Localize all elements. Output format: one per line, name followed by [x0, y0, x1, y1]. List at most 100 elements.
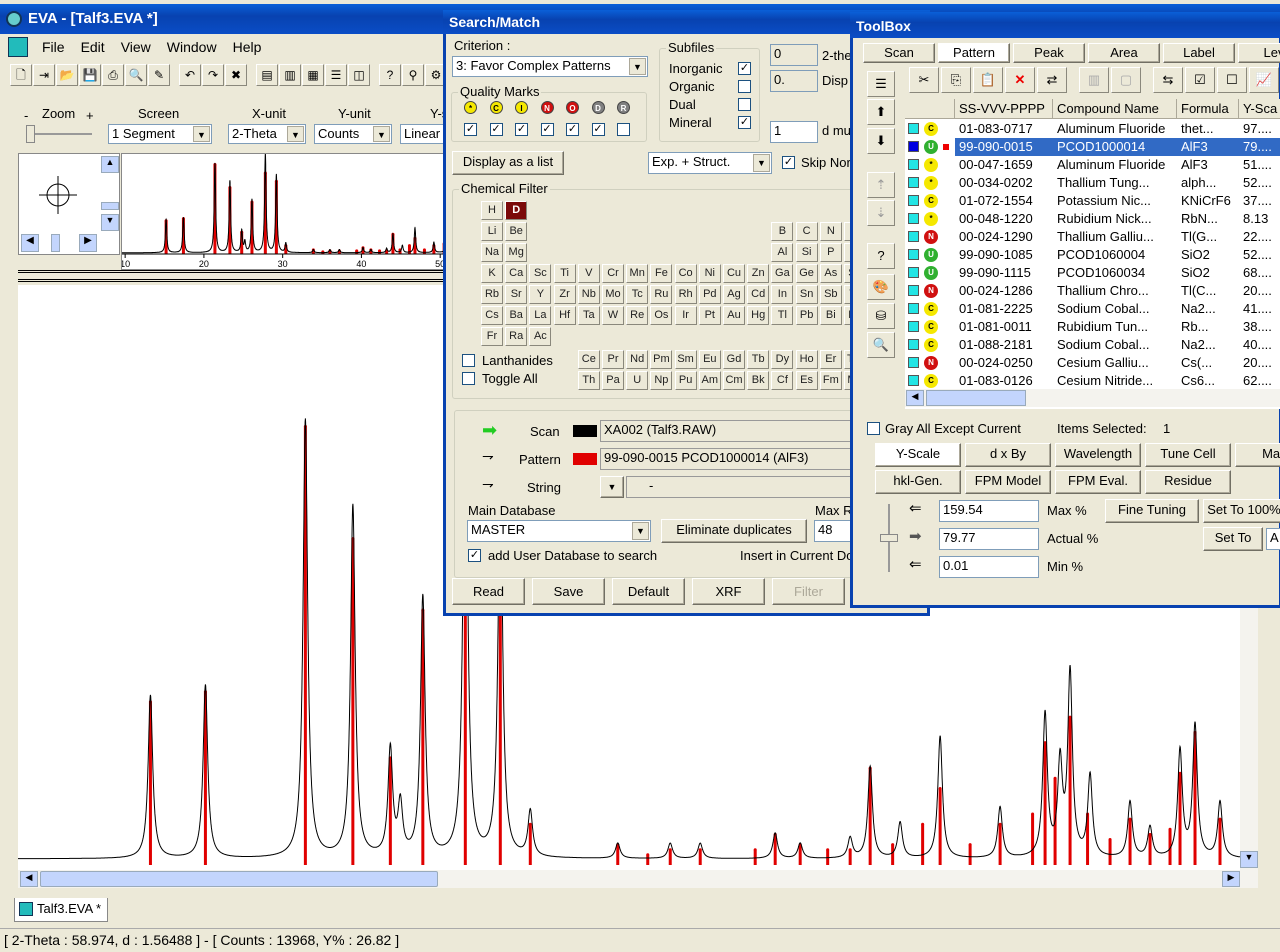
- element-Th[interactable]: Th: [577, 371, 600, 390]
- pattern-row[interactable]: * 00-034-0202 Thallium Tung... alph... 5…: [905, 174, 1280, 192]
- element-Cs[interactable]: Cs: [481, 306, 503, 325]
- toolbox-tab-peak[interactable]: Peak: [1013, 43, 1085, 63]
- main-db-select[interactable]: MASTER ▼: [467, 520, 651, 542]
- toolbox-tab-area[interactable]: Area: [1088, 43, 1160, 63]
- subfile-checkbox[interactable]: ✓: [738, 116, 751, 129]
- element-N[interactable]: N: [819, 222, 842, 241]
- display-as-list-button[interactable]: Display as a list: [452, 151, 564, 175]
- element-Dy[interactable]: Dy: [771, 350, 794, 369]
- set-to-button[interactable]: Set To: [1203, 527, 1263, 551]
- pattern-tool-icon[interactable]: ⚲: [402, 64, 424, 86]
- delete-icon[interactable]: ✖: [225, 64, 247, 86]
- filter-button[interactable]: Filter: [772, 578, 845, 605]
- pattern-row[interactable]: U 99-090-1085 PCOD1060004 SiO2 52....: [905, 246, 1280, 264]
- visibility-swatch[interactable]: [908, 321, 919, 332]
- pattern-row[interactable]: C 01-081-0011 Rubidium Tun... Rb... 38..…: [905, 318, 1280, 336]
- make-button[interactable]: Make: [1235, 443, 1280, 467]
- xunit-select[interactable]: 2-Theta ▼: [228, 124, 306, 144]
- pattern-row[interactable]: N 00-024-1286 Thallium Chro... Tl(C... 2…: [905, 282, 1280, 300]
- quality-mark-checkbox[interactable]: ✓: [566, 123, 579, 136]
- yscale-slider-thumb[interactable]: [880, 534, 898, 542]
- list-hscroll-thumb[interactable]: [926, 390, 1026, 406]
- database-icon[interactable]: ⛁: [867, 303, 895, 329]
- column-header[interactable]: Compound Name: [1053, 99, 1177, 119]
- pattern-row[interactable]: C 01-083-0717 Aluminum Fluoride thet... …: [905, 120, 1280, 138]
- max-percent-field[interactable]: 159.54: [939, 500, 1039, 522]
- pattern-row[interactable]: U 99-090-0015 PCOD1000014 AlF3 79....: [905, 138, 1280, 156]
- element-Hf[interactable]: Hf: [553, 306, 576, 325]
- paste-icon[interactable]: 📋: [973, 67, 1003, 93]
- element-Na[interactable]: Na: [481, 243, 503, 262]
- element-Tl[interactable]: Tl: [771, 306, 794, 325]
- element-Sm[interactable]: Sm: [674, 350, 697, 369]
- element-Ag[interactable]: Ag: [723, 285, 745, 304]
- element-Eu[interactable]: Eu: [698, 350, 721, 369]
- pattern-row[interactable]: N 00-024-1290 Thallium Galliu... Tl(G...…: [905, 228, 1280, 246]
- element-H[interactable]: H: [481, 201, 503, 220]
- element-Mo[interactable]: Mo: [602, 285, 624, 304]
- subfile-checkbox[interactable]: [738, 80, 751, 93]
- column-header[interactable]: Y-Sca: [1239, 99, 1280, 119]
- element-Bk[interactable]: Bk: [747, 371, 770, 390]
- import-icon[interactable]: ⇥: [33, 64, 55, 86]
- visibility-swatch[interactable]: [908, 141, 919, 152]
- element-Y[interactable]: Y: [529, 285, 552, 304]
- eliminate-duplicates-button[interactable]: Eliminate duplicates: [661, 519, 807, 543]
- menu-view[interactable]: View: [113, 36, 159, 58]
- d-multiplier-field[interactable]: 1: [770, 121, 818, 143]
- overview-chart[interactable]: 10 20 30 40 50: [121, 153, 451, 270]
- scroll-left-button[interactable]: ◀: [906, 390, 924, 406]
- xrf-button[interactable]: XRF: [692, 578, 765, 605]
- element-Ac[interactable]: Ac: [529, 327, 552, 346]
- element-Re[interactable]: Re: [626, 306, 649, 325]
- pattern-row[interactable]: * 00-048-1220 Rubidium Nick... RbN... 8.…: [905, 210, 1280, 228]
- skip-checkbox[interactable]: ✓: [782, 156, 795, 169]
- replace-icon[interactable]: ⇄: [1037, 67, 1067, 93]
- palette-icon[interactable]: 🎨: [867, 274, 895, 300]
- element-Ru[interactable]: Ru: [650, 285, 673, 304]
- fpm-model-button[interactable]: FPM Model: [965, 470, 1051, 494]
- pattern-row[interactable]: U 99-090-1115 PCOD1060034 SiO2 68....: [905, 264, 1280, 282]
- column-header[interactable]: SS-VVV-PPPP: [955, 99, 1053, 119]
- zoom-slider-thumb[interactable]: [26, 125, 35, 143]
- new-icon[interactable]: 🗋: [10, 64, 32, 86]
- check-list-icon[interactable]: ☑: [1185, 67, 1215, 93]
- visibility-swatch[interactable]: [908, 231, 919, 242]
- element-Ir[interactable]: Ir: [674, 306, 697, 325]
- visibility-swatch[interactable]: [908, 177, 919, 188]
- visibility-swatch[interactable]: [908, 123, 919, 134]
- quality-mark-checkbox[interactable]: ✓: [540, 123, 554, 136]
- element-Pr[interactable]: Pr: [602, 350, 624, 369]
- scan-arrow-icon[interactable]: ➡: [482, 420, 497, 441]
- tile-horizontal-icon[interactable]: ☰: [325, 64, 347, 86]
- uncheck-list-icon[interactable]: ☐: [1217, 67, 1247, 93]
- element-D[interactable]: D: [505, 201, 528, 220]
- wavelength-button[interactable]: Wavelength: [1055, 443, 1141, 467]
- window-1-icon[interactable]: ▤: [256, 64, 278, 86]
- window-2-icon[interactable]: ▥: [279, 64, 301, 86]
- edit-icon[interactable]: ✎: [148, 64, 170, 86]
- visibility-swatch[interactable]: [908, 303, 919, 314]
- visibility-swatch[interactable]: [908, 195, 919, 206]
- list-hscroll[interactable]: ◀: [905, 389, 1280, 407]
- crosshair-icon[interactable]: [39, 176, 77, 214]
- element-Ga[interactable]: Ga: [771, 264, 794, 283]
- help-cursor-icon[interactable]: ?: [379, 64, 401, 86]
- element-Tc[interactable]: Tc: [626, 285, 649, 304]
- save-icon[interactable]: 💾: [79, 64, 101, 86]
- element-Sc[interactable]: Sc: [529, 264, 552, 283]
- element-P[interactable]: P: [819, 243, 842, 262]
- pattern-info-icon[interactable]: ?: [867, 243, 895, 269]
- element-Ni[interactable]: Ni: [698, 264, 721, 283]
- element-Fm[interactable]: Fm: [819, 371, 842, 390]
- user-db-checkbox[interactable]: ✓: [468, 549, 481, 562]
- visibility-swatch[interactable]: [908, 357, 919, 368]
- element-Tb[interactable]: Tb: [747, 350, 770, 369]
- string-dropdown-button[interactable]: ▼: [600, 476, 624, 498]
- set-to-field[interactable]: A: [1266, 528, 1280, 550]
- scroll-left-button[interactable]: ◀: [20, 871, 38, 887]
- element-Ge[interactable]: Ge: [795, 264, 818, 283]
- element-V[interactable]: V: [577, 264, 600, 283]
- criterion-select[interactable]: 3: Favor Complex Patterns ▼: [452, 56, 648, 77]
- read-button[interactable]: Read: [452, 578, 525, 605]
